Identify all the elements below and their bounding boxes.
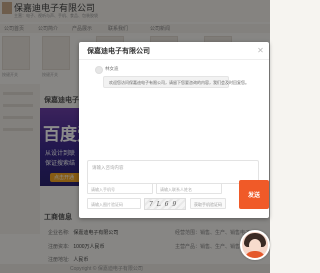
- phone-placeholder: 请输入手机号: [91, 186, 115, 192]
- send-label: 发送: [248, 193, 261, 199]
- sms-code-label: 获取手机验证码: [194, 201, 222, 207]
- contact-name-placeholder: 请输入联系人姓名: [160, 186, 192, 192]
- contact-name-field[interactable]: 请输入联系人姓名: [156, 183, 222, 194]
- chat-messages: 林女迪 欢迎您访问保嘉迪电子有限公司，请留下您要咨询的内容，我们会及时回复您。: [87, 64, 259, 164]
- dialog-header: 保嘉迪电子有限公司 ✕: [79, 42, 269, 60]
- greeting-text: 欢迎您访问保嘉迪电子有限公司，请留下您要咨询的内容，我们会及时回复您。: [109, 80, 249, 85]
- captcha-field[interactable]: 请输入图片验证码: [87, 198, 141, 209]
- captcha-image[interactable]: 7 L 6 9: [144, 198, 186, 210]
- captcha-text: 7 L 6 9: [149, 201, 178, 208]
- greeting-bubble: 欢迎您访问保嘉迪电子有限公司，请留下您要咨询的内容，我们会及时回复您。: [103, 76, 249, 88]
- customer-service-avatar[interactable]: [240, 230, 270, 260]
- captcha-placeholder: 请输入图片验证码: [91, 201, 123, 207]
- agent-avatar: [95, 66, 103, 74]
- dialog-title: 保嘉迪电子有限公司: [87, 48, 150, 55]
- close-icon[interactable]: ✕: [256, 46, 265, 55]
- sms-code-button[interactable]: 获取手机验证码: [190, 198, 226, 209]
- message-placeholder: 请输入咨询内容: [92, 165, 124, 170]
- chat-dialog: 保嘉迪电子有限公司 ✕ 林女迪 欢迎您访问保嘉迪电子有限公司，请留下您要咨询的内…: [79, 42, 269, 218]
- send-button[interactable]: 发送: [239, 180, 269, 209]
- phone-field[interactable]: 请输入手机号: [87, 183, 153, 194]
- agent-name: 林女迪: [105, 66, 119, 71]
- message-input[interactable]: 请输入咨询内容: [87, 160, 259, 184]
